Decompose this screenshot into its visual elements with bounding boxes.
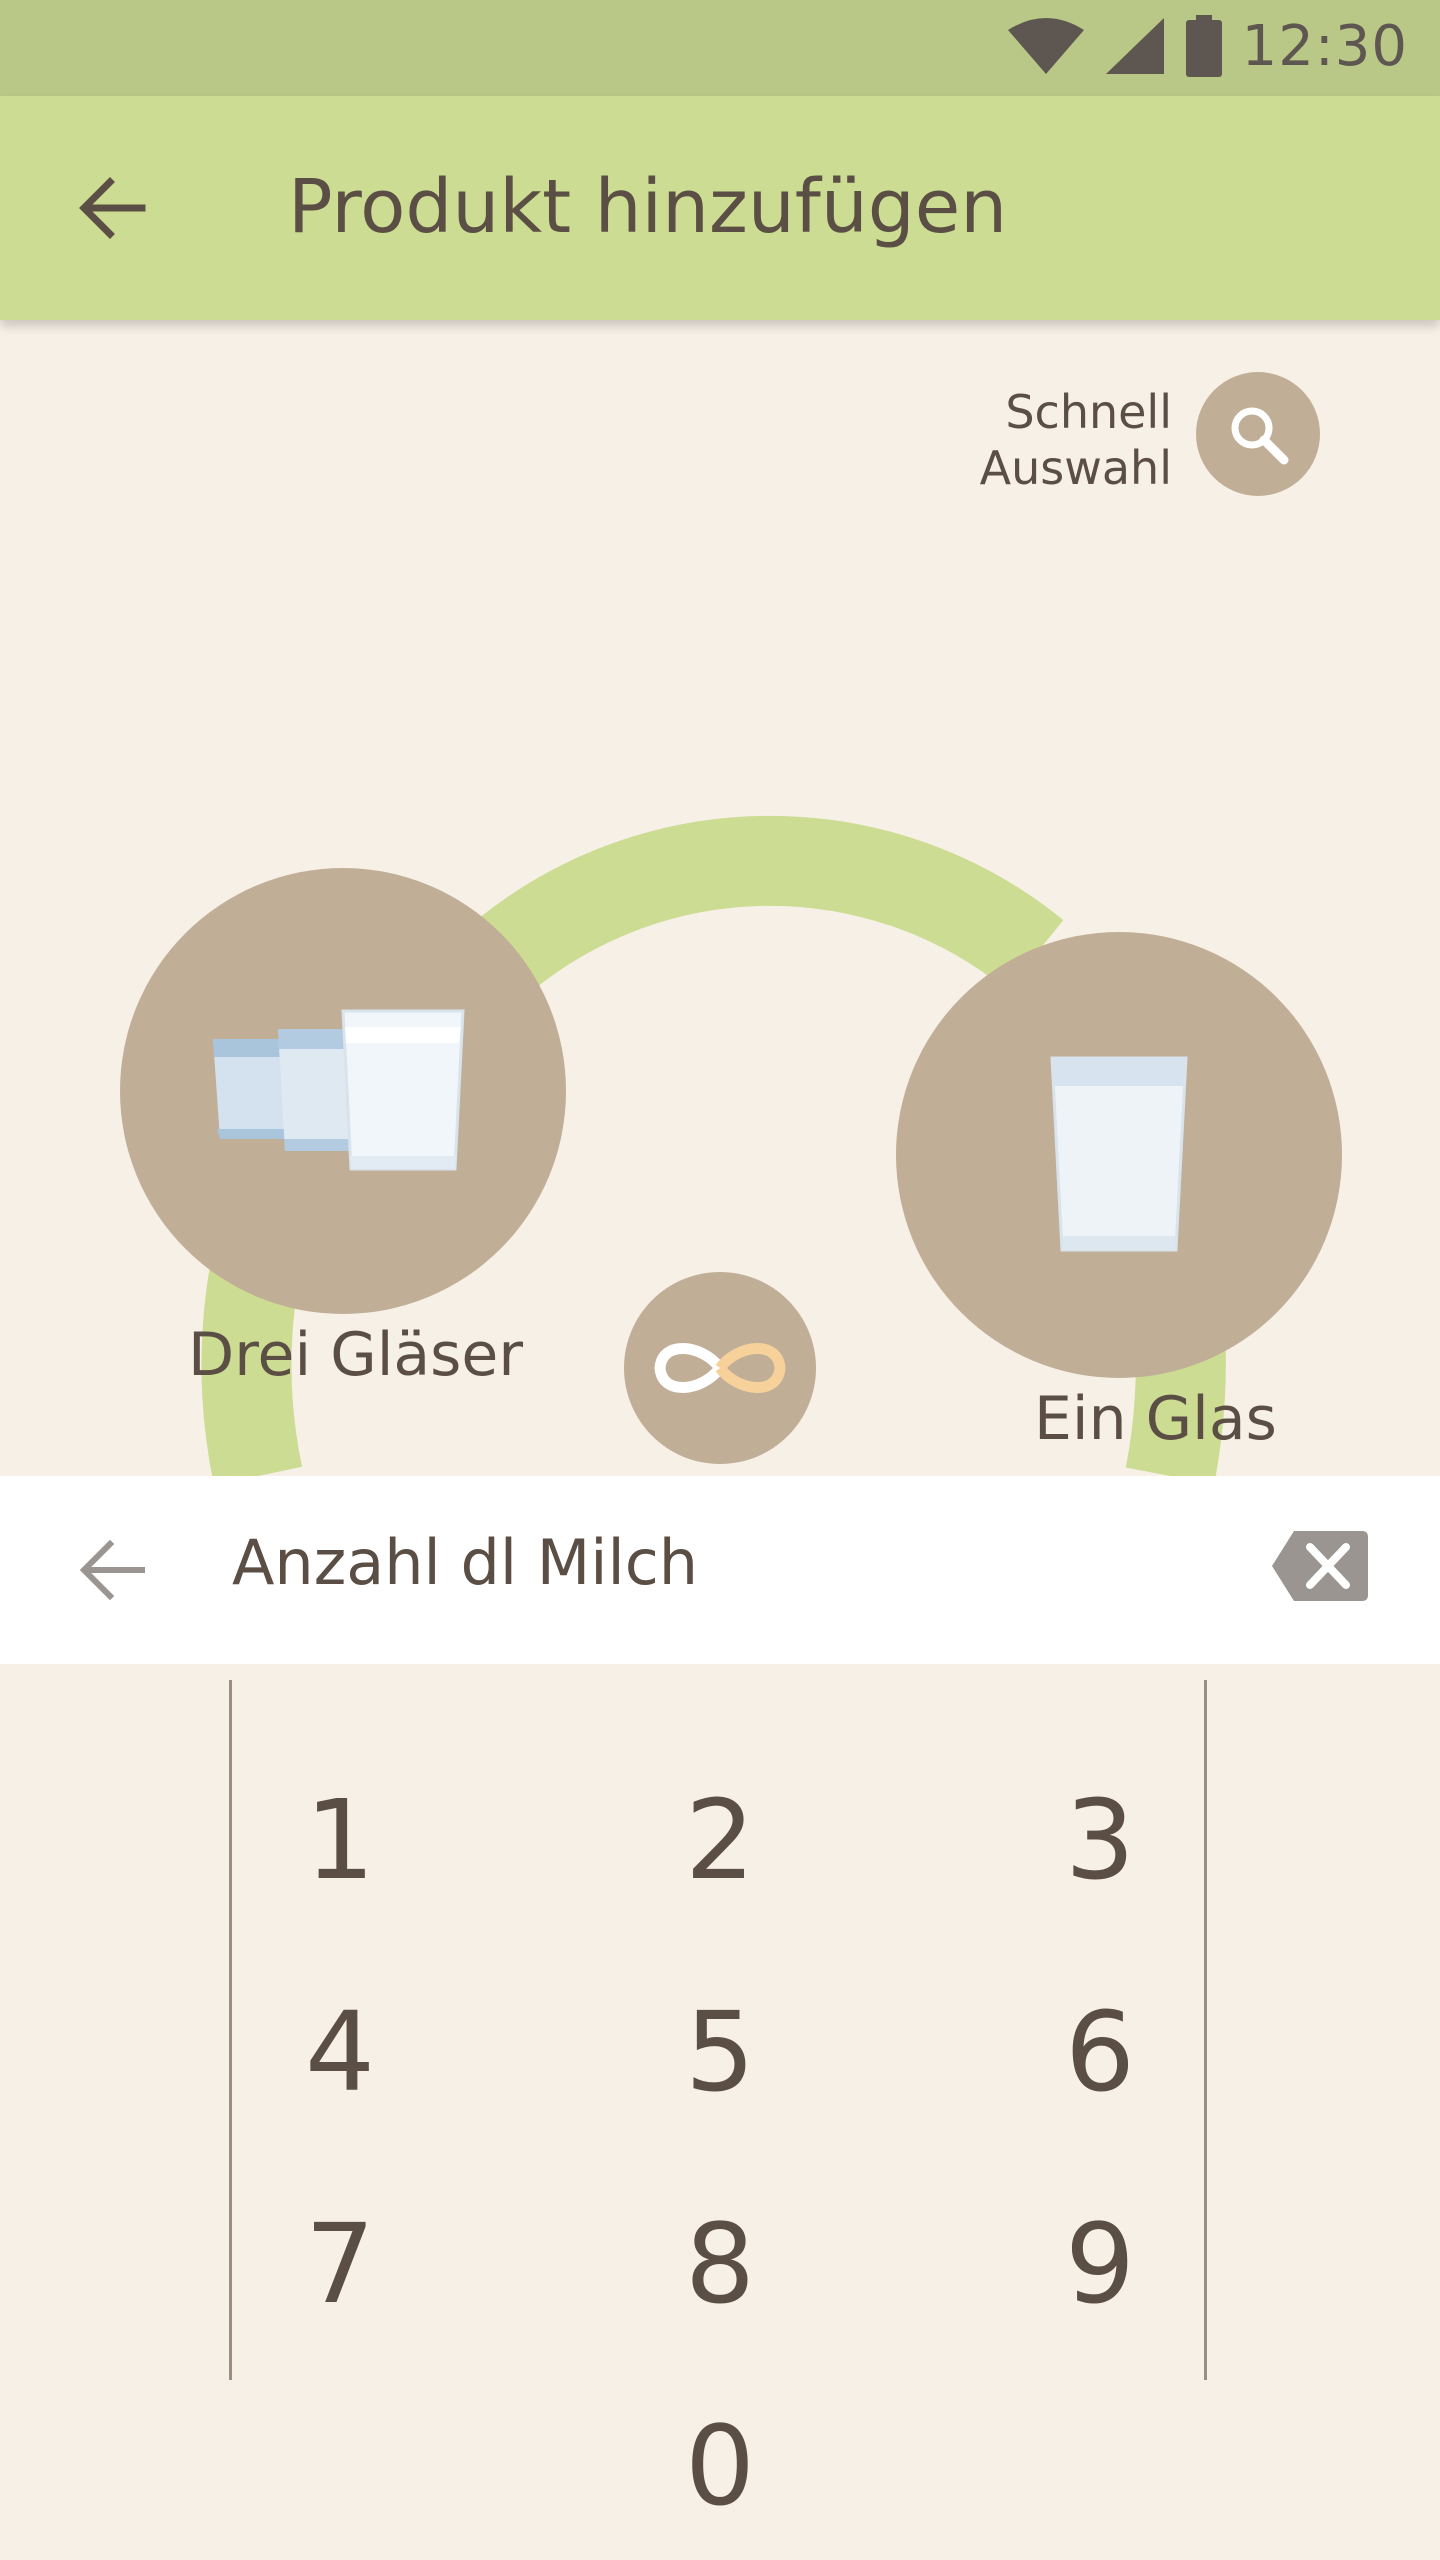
number-keypad: 1 2 3 4 5 6 7 8 9 0 xyxy=(0,1664,1440,2560)
backspace-button[interactable] xyxy=(1264,1520,1376,1612)
infinity-button[interactable] xyxy=(624,1272,816,1464)
quantity-input-bar: Anzahl dl Milch xyxy=(0,1476,1440,1664)
wifi-icon xyxy=(1007,18,1084,74)
quick-select-label: Schnell Auswahl xyxy=(980,384,1172,496)
key-5[interactable]: 5 xyxy=(600,1952,840,2152)
three-glasses-label: Drei Gläser xyxy=(188,1320,523,1390)
infinity-icon xyxy=(654,1343,786,1393)
one-glass-button[interactable] xyxy=(896,932,1342,1378)
app-bar: Produkt hinzufügen xyxy=(0,96,1440,320)
quick-select-label-line1: Schnell xyxy=(1005,385,1172,439)
status-bar: 12:30 xyxy=(0,0,1440,96)
back-button[interactable] xyxy=(64,160,160,256)
three-glasses-icon xyxy=(213,1009,465,1171)
arrow-back-icon xyxy=(79,1539,145,1601)
key-8[interactable]: 8 xyxy=(600,2164,840,2364)
battery-icon xyxy=(1185,15,1222,77)
one-glass-icon xyxy=(1050,1056,1188,1252)
three-glasses-button[interactable] xyxy=(120,868,566,1314)
arrow-back-icon xyxy=(79,177,146,239)
quick-select-button[interactable] xyxy=(1196,372,1320,496)
key-6[interactable]: 6 xyxy=(980,1952,1220,2152)
key-7[interactable]: 7 xyxy=(220,2164,460,2364)
one-glass-label: Ein Glas xyxy=(1034,1384,1277,1454)
input-back-button[interactable] xyxy=(64,1522,160,1618)
key-9[interactable]: 9 xyxy=(980,2164,1220,2364)
quantity-input[interactable]: Anzahl dl Milch xyxy=(232,1526,698,1599)
status-icons: 12:30 xyxy=(1006,13,1408,79)
key-3[interactable]: 3 xyxy=(980,1740,1220,1940)
key-2[interactable]: 2 xyxy=(600,1740,840,1940)
key-0[interactable]: 0 xyxy=(600,2366,840,2560)
search-icon xyxy=(1231,407,1289,465)
key-4[interactable]: 4 xyxy=(220,1952,460,2152)
key-1[interactable]: 1 xyxy=(220,1740,460,1940)
page-title: Produkt hinzufügen xyxy=(288,164,1008,250)
backspace-icon xyxy=(1272,1531,1368,1601)
cell-signal-icon xyxy=(1105,18,1164,74)
quick-select-label-line2: Auswahl xyxy=(979,441,1172,495)
status-time: 12:30 xyxy=(1241,13,1408,79)
